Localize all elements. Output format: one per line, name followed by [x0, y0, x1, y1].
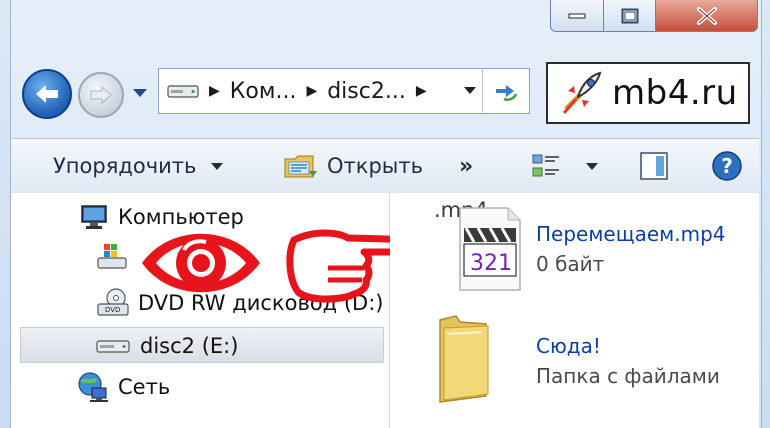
- usb-drive-icon: [96, 336, 130, 356]
- open-label: Открыть: [327, 154, 423, 178]
- chevron-right-icon: ▶: [306, 83, 318, 99]
- breadcrumb-label: Ком...: [229, 78, 297, 104]
- network-icon: [76, 370, 110, 404]
- chevron-down-icon: [585, 162, 599, 171]
- media-file-icon: 321: [452, 204, 524, 294]
- maximize-button[interactable]: [604, 0, 656, 32]
- file-item-video-details[interactable]: Перемещаем.mp4 0 байт: [536, 222, 725, 276]
- folder-name: Сюда!: [536, 334, 601, 358]
- open-button[interactable]: Открыть: [283, 151, 423, 181]
- drive-icon: [167, 82, 199, 100]
- windows-drive-icon: [96, 242, 128, 272]
- svg-text:?: ?: [721, 154, 733, 178]
- file-size: 0 байт: [536, 252, 605, 276]
- breadcrumb-computer[interactable]: ▶ Ком...: [209, 79, 296, 104]
- folder-item-target[interactable]: [430, 312, 496, 404]
- more-label: »: [459, 153, 474, 179]
- eye-annotation: [136, 220, 266, 306]
- preview-pane-icon: [639, 151, 669, 181]
- help-icon: ?: [711, 150, 743, 182]
- open-folder-icon: [283, 151, 319, 181]
- file-name: Перемещаем.mp4: [536, 222, 726, 246]
- svg-text:DVD: DVD: [105, 306, 120, 314]
- maximize-icon: [621, 8, 639, 24]
- folder-type: Папка с файлами: [536, 364, 720, 388]
- svg-text:321: 321: [470, 251, 512, 276]
- folder-item-details[interactable]: Сюда! Папка с файлами: [536, 334, 720, 388]
- address-bar[interactable]: ▶ Ком... ▶ disc2... ▶: [158, 68, 530, 114]
- help-button[interactable]: ?: [711, 150, 743, 182]
- file-item-video[interactable]: 321: [452, 204, 524, 294]
- minimize-icon: [568, 12, 586, 20]
- refresh-button[interactable]: [482, 69, 529, 113]
- chevron-right-icon: ▶: [415, 83, 427, 99]
- change-view-button[interactable]: [531, 152, 599, 180]
- close-icon: [696, 6, 718, 25]
- close-button[interactable]: [656, 0, 758, 32]
- rocket-icon: [558, 69, 604, 117]
- arrow-right-icon: [89, 85, 113, 105]
- breadcrumb-more[interactable]: ▶: [416, 83, 437, 99]
- address-history-dropdown[interactable]: [463, 86, 477, 95]
- organize-button[interactable]: Упорядочить: [53, 154, 224, 178]
- site-logo: mb4.ru: [546, 62, 750, 124]
- computer-icon: [80, 204, 108, 230]
- forward-button[interactable]: [78, 72, 124, 118]
- nav-item-local-disk[interactable]: [96, 242, 128, 272]
- nav-item-disc2[interactable]: disc2 (E:): [96, 334, 238, 358]
- eye-icon: [136, 220, 266, 306]
- breadcrumb-disc2[interactable]: ▶ disc2...: [306, 79, 405, 104]
- views-icon: [531, 152, 561, 180]
- nav-item-label: Сеть: [118, 375, 171, 399]
- logo-text: mb4.ru: [612, 73, 738, 113]
- organize-label: Упорядочить: [53, 154, 197, 178]
- command-bar: Упорядочить Открыть » ?: [11, 138, 759, 194]
- arrow-left-icon: [34, 83, 60, 105]
- caption-buttons: [550, 0, 758, 34]
- preview-pane-button[interactable]: [639, 151, 669, 181]
- chevron-down-icon: [464, 87, 476, 94]
- chevron-right-icon: ▶: [209, 83, 220, 99]
- back-button[interactable]: [22, 69, 72, 119]
- nav-item-label: disc2 (E:): [140, 334, 239, 358]
- refresh-icon: [492, 79, 520, 103]
- more-commands-button[interactable]: »: [459, 154, 473, 179]
- minimize-button[interactable]: [550, 0, 604, 32]
- nav-item-network[interactable]: Сеть: [76, 370, 170, 404]
- folder-icon: [430, 312, 496, 404]
- dvd-drive-icon: DVD: [96, 288, 130, 318]
- chevron-down-icon: [132, 88, 148, 98]
- breadcrumb-label: disc2...: [327, 78, 406, 104]
- chevron-down-icon: [210, 162, 224, 171]
- recent-pages-dropdown[interactable]: [132, 88, 148, 98]
